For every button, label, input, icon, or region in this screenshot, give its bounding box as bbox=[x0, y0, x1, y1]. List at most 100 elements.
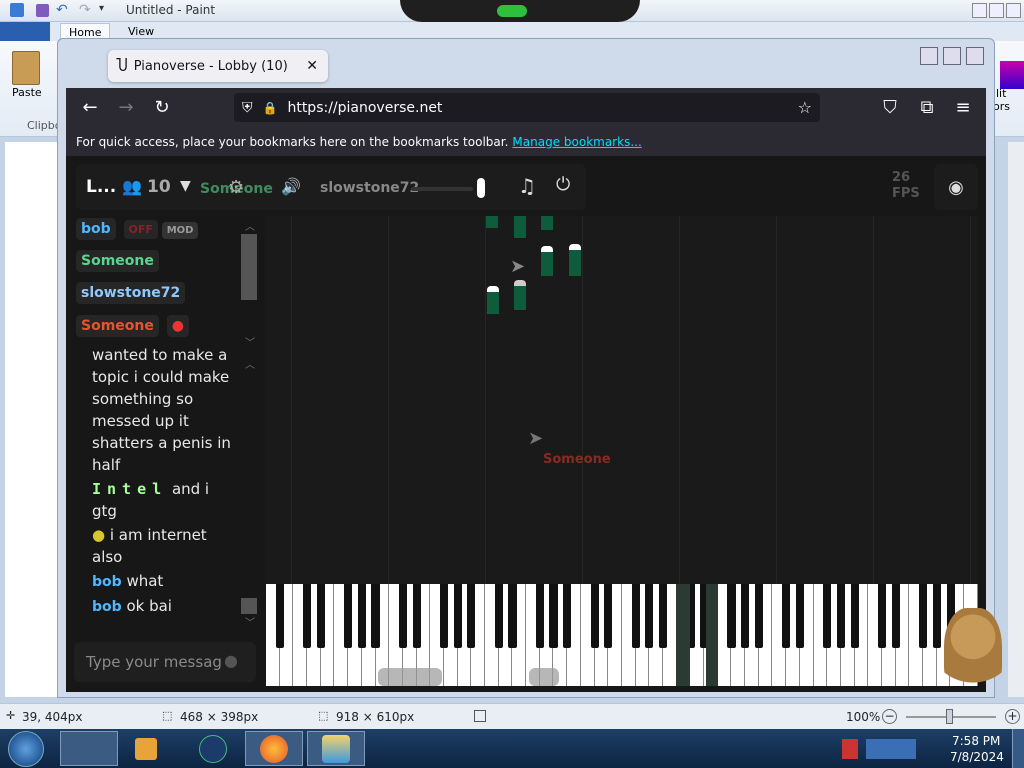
piano-black-key[interactable] bbox=[453, 584, 462, 648]
taskbar-app-terminal[interactable] bbox=[60, 731, 118, 766]
start-button[interactable] bbox=[8, 731, 44, 767]
tray-icons[interactable] bbox=[866, 739, 916, 759]
chat-scrollbar[interactable]: ︿ ﹀ bbox=[241, 356, 257, 629]
restore-button[interactable] bbox=[989, 3, 1004, 18]
piano-black-key[interactable] bbox=[590, 584, 599, 648]
user-list-item[interactable]: slowstone72 bbox=[76, 282, 186, 304]
piano-black-key[interactable] bbox=[344, 584, 353, 648]
room-name[interactable]: L... bbox=[86, 177, 116, 197]
manage-bookmarks-link[interactable]: Manage bookmarks... bbox=[512, 135, 641, 149]
piano-black-key[interactable] bbox=[535, 584, 544, 648]
piano-black-key[interactable] bbox=[412, 584, 421, 648]
piano-black-key[interactable] bbox=[891, 584, 900, 648]
piano-black-key[interactable] bbox=[467, 584, 476, 648]
reload-icon[interactable]: ↻ bbox=[146, 91, 178, 123]
scroll-down-icon[interactable]: ﹀ bbox=[245, 614, 255, 629]
clipboard-icon[interactable] bbox=[12, 51, 40, 85]
tab-view[interactable]: View bbox=[128, 25, 154, 38]
piano-black-key[interactable] bbox=[795, 584, 805, 648]
scroll-up-icon[interactable]: ︿ bbox=[245, 356, 255, 371]
piano-black-key[interactable] bbox=[549, 584, 558, 648]
piano-black-key[interactable] bbox=[494, 584, 503, 648]
paint-canvas[interactable] bbox=[5, 142, 57, 697]
send-icon[interactable]: ● bbox=[224, 651, 238, 670]
piano-black-key[interactable] bbox=[357, 584, 366, 648]
undo-icon[interactable]: ↶ bbox=[56, 2, 68, 18]
clock-time[interactable]: 7:58 PM bbox=[952, 734, 1000, 748]
bookmark-star-icon[interactable]: ☆ bbox=[798, 98, 812, 117]
piano-black-key[interactable] bbox=[919, 584, 928, 648]
zoom-in-button[interactable]: + bbox=[1005, 709, 1020, 724]
browser-tab[interactable]: Ⴎ Pianoverse - Lobby (10) ✕ bbox=[108, 50, 328, 82]
plug-icon[interactable]: ⏻ bbox=[556, 174, 570, 195]
ff-maximize-button[interactable] bbox=[943, 47, 961, 65]
piano-black-key[interactable] bbox=[836, 584, 846, 648]
show-desktop-button[interactable] bbox=[1012, 729, 1024, 768]
extensions-icon[interactable]: ⧉ bbox=[911, 91, 943, 123]
pocket-icon[interactable]: ⛉ bbox=[874, 91, 906, 123]
volume-icon[interactable]: 🔊 bbox=[281, 177, 301, 196]
piano-black-key[interactable] bbox=[508, 584, 517, 648]
piano-black-key[interactable] bbox=[782, 584, 791, 648]
back-icon[interactable]: ← bbox=[74, 91, 106, 123]
scroll-up-icon[interactable]: ︿ bbox=[245, 218, 255, 233]
minimize-button[interactable] bbox=[972, 3, 987, 18]
piano-black-key[interactable] bbox=[754, 584, 764, 648]
pressed-key[interactable] bbox=[706, 584, 718, 686]
piano-black-key[interactable] bbox=[727, 584, 736, 648]
ff-minimize-button[interactable] bbox=[920, 47, 938, 65]
clock-date[interactable]: 7/8/2024 bbox=[950, 750, 1004, 764]
piano-black-key[interactable] bbox=[439, 584, 449, 648]
piano-black-key[interactable] bbox=[398, 584, 408, 648]
edit-colors-icon[interactable] bbox=[1000, 61, 1024, 89]
zoom-slider-thumb[interactable] bbox=[946, 709, 953, 724]
piano-black-key[interactable] bbox=[878, 584, 887, 648]
chat-input[interactable]: Type your messag ● bbox=[74, 642, 256, 682]
user-list-item[interactable]: bob OFF MOD bbox=[76, 218, 199, 240]
menu-icon[interactable]: ≡ bbox=[947, 91, 979, 123]
piano-black-key[interactable] bbox=[823, 584, 832, 648]
tracking-shield-icon[interactable]: ⛨ bbox=[242, 100, 253, 116]
piano-black-key[interactable] bbox=[741, 584, 750, 648]
url-bar[interactable]: ⛨ 🔒 https://pianoverse.net ☆ bbox=[234, 93, 820, 122]
forward-icon[interactable]: → bbox=[110, 91, 142, 123]
scrollbar-thumb[interactable] bbox=[241, 598, 257, 614]
piano-black-key[interactable] bbox=[316, 584, 325, 648]
scroll-down-icon[interactable]: ﹀ bbox=[245, 334, 255, 349]
redo-icon[interactable]: ↷ bbox=[79, 2, 91, 18]
close-button[interactable] bbox=[1006, 3, 1021, 18]
media-player-icon[interactable] bbox=[135, 738, 157, 760]
paste-button-label[interactable]: Paste bbox=[12, 86, 42, 99]
ff-close-button[interactable] bbox=[966, 47, 984, 65]
music-note-icon[interactable]: ♫ bbox=[518, 174, 536, 198]
quick-access-dropdown-icon[interactable]: ▾ bbox=[99, 3, 104, 14]
paint-scrollbar[interactable] bbox=[1008, 142, 1024, 697]
piano-black-key[interactable] bbox=[563, 584, 572, 648]
user-list-item[interactable]: Someone bbox=[76, 250, 159, 272]
user-list-item[interactable]: Someone ● bbox=[76, 315, 189, 337]
piano-black-key[interactable] bbox=[275, 584, 284, 648]
paint-menu-button[interactable] bbox=[0, 22, 50, 41]
pressed-key[interactable] bbox=[676, 584, 690, 686]
lock-icon[interactable]: 🔒 bbox=[263, 101, 278, 115]
discord-icon[interactable]: ◉ bbox=[934, 164, 978, 210]
piano-keyboard[interactable] bbox=[266, 584, 978, 686]
tray-action-icon[interactable] bbox=[842, 739, 858, 759]
volume-slider-thumb[interactable] bbox=[477, 178, 485, 198]
scrollbar-thumb[interactable] bbox=[241, 234, 257, 300]
piano-black-key[interactable] bbox=[631, 584, 640, 648]
piano-black-key[interactable] bbox=[302, 584, 312, 648]
volume-slider[interactable] bbox=[411, 187, 473, 191]
piano-black-key[interactable] bbox=[932, 584, 942, 648]
settings-gear-icon[interactable]: ⚙ bbox=[228, 177, 244, 198]
tab-close-icon[interactable]: ✕ bbox=[306, 58, 318, 74]
save-icon[interactable] bbox=[36, 4, 49, 17]
piano-black-key[interactable] bbox=[371, 584, 380, 648]
zoom-out-button[interactable]: − bbox=[882, 709, 897, 724]
piano-black-key[interactable] bbox=[645, 584, 654, 648]
browser-alt-icon[interactable] bbox=[199, 735, 227, 763]
piano-black-key[interactable] bbox=[658, 584, 668, 648]
piano-black-key[interactable] bbox=[850, 584, 859, 648]
room-dropdown-icon[interactable]: ▼ bbox=[180, 178, 191, 194]
piano-black-key[interactable] bbox=[604, 584, 613, 648]
